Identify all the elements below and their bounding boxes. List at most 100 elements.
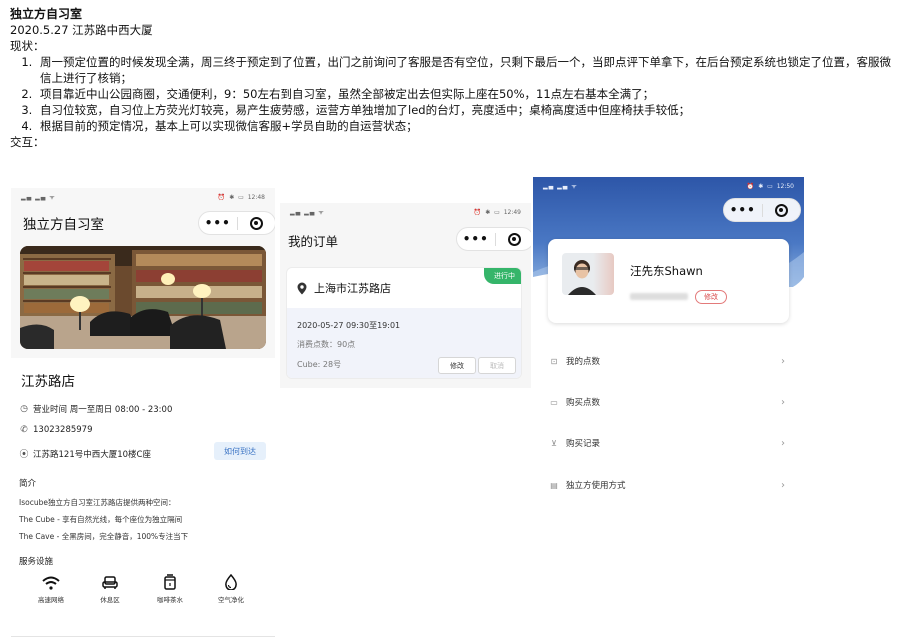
order-seat: Cube: 28号 (297, 360, 342, 369)
how-to-arrive-button[interactable]: 如何到达 (214, 442, 266, 460)
doc-title: 独立方自习室 (10, 7, 83, 21)
clock-icon: ◷ (20, 404, 28, 414)
username: 汪先东Shawn (630, 264, 703, 278)
address-row: ⦿ 江苏路121号中西大厦10楼C座 (19, 447, 151, 461)
status-time-wrap: ⏰ ✱ ▭ 12:48 (218, 194, 265, 201)
mini-program-capsule: ••• (198, 211, 275, 235)
chevron-right-icon: › (781, 479, 785, 491)
battery-icon: ⏰ ✱ ▭ (473, 208, 504, 216)
store-info-panel: 江苏路店 ◷ 营业时间 周一至周日 08:00 - 23:00 ✆ 130232… (11, 358, 275, 638)
cart-icon: ⊻ (551, 438, 557, 448)
divider (11, 636, 275, 637)
menu-label: 购买记录 (566, 439, 601, 449)
edit-profile-button[interactable]: 修改 (695, 290, 727, 304)
signal-icon: ▂▄ ▂▄ ᯤ (290, 209, 325, 216)
status-point: 项目靠近中山公园商圈，交通便利，9：50左右到自习室，虽然全部被定出去但实际上座… (36, 86, 900, 102)
battery-icon: ⏰ ✱ ▭ (217, 193, 248, 201)
facility-label: 咖啡茶水 (157, 596, 183, 604)
more-button[interactable]: ••• (199, 216, 237, 230)
avatar[interactable] (562, 253, 614, 295)
close-target-icon (507, 232, 521, 246)
page-title: 独立方自习室 (23, 217, 104, 233)
status-time: 12:49 (503, 208, 521, 216)
status-list: 周一预定位置的时候发现全满，周三终于预定到了位置，出门之前询问了客服是否有空位，… (36, 54, 900, 134)
order-datetime: 2020-05-27 09:30至19:01 (297, 321, 401, 330)
phone-icon: ✆ (20, 425, 28, 435)
hours-text: 营业时间 周一至周日 08:00 - 23:00 (33, 405, 173, 415)
card-icon: ▭ (550, 397, 558, 407)
status-bar: ▂▄ ▂▄ ᯤ ⏰ ✱ ▭ 12:49 (280, 203, 531, 221)
mini-program-capsule: ••• (723, 198, 801, 222)
close-target-icon (774, 203, 788, 217)
order-card[interactable]: 上海市江苏路店 进行中 2020-05-27 09:30至19:01 消费点数：… (286, 267, 522, 379)
intro-title: 简介 (19, 479, 37, 489)
location-pin-icon (297, 282, 307, 294)
phone-text: 13023285979 (33, 425, 93, 435)
close-button[interactable] (763, 203, 801, 217)
interaction-label: 交互： (10, 135, 45, 149)
facility-label: 休息区 (100, 596, 120, 604)
close-button[interactable] (496, 232, 532, 246)
menu-purchase-history[interactable]: ⊻ 购买记录 › (548, 433, 793, 453)
status-point: 周一预定位置的时候发现全满，周三终于预定到了位置，出门之前询问了客服是否有空位，… (36, 54, 900, 86)
intro-line: Isocube独立方自习室江苏路店提供两种空间： (19, 498, 176, 507)
facility-label: 高速网络 (38, 596, 64, 604)
book-icon: ▤ (550, 480, 558, 490)
chevron-right-icon: › (781, 355, 785, 367)
blurred-phone-number (630, 293, 688, 300)
order-store-name: 上海市江苏路店 (314, 282, 391, 295)
facility-lounge: 休息区 (80, 570, 140, 604)
facility-label: 空气净化 (218, 596, 244, 604)
store-name: 江苏路店 (21, 374, 75, 390)
mini-program-capsule: ••• (456, 227, 531, 251)
cancel-button[interactable]: 取消 (478, 357, 516, 374)
wifi-icon (21, 570, 81, 590)
order-points: 消费点数：90点 (297, 340, 356, 349)
coffee-icon (140, 570, 200, 590)
menu-label: 购买点数 (566, 398, 601, 408)
modify-button[interactable]: 修改 (438, 357, 476, 374)
status-point: 自习位较宽，自习位上方荧光灯较亮，易产生疲劳感，运营方单独增加了led的台灯，亮… (36, 102, 900, 118)
hours-row: ◷ 营业时间 周一至周日 08:00 - 23:00 (19, 403, 172, 415)
doc-meta: 2020.5.27 江苏路中西大厦 (10, 23, 153, 37)
menu-label: 独立方使用方式 (566, 481, 626, 491)
menu-my-points[interactable]: ⊡ 我的点数 › (548, 351, 793, 371)
status-badge: 进行中 (484, 268, 521, 284)
facility-coffee: 咖啡茶水 (140, 570, 200, 604)
close-target-icon (249, 216, 263, 230)
close-button[interactable] (238, 216, 276, 230)
store-detail-screen: ▂▄ ▂▄ ᯤ ⏰ ✱ ▭ 12:48 独立方自习室 ••• 江苏路店 ◷ 营业… (11, 188, 275, 638)
store-photo (20, 246, 266, 349)
facilities-title: 服务设施 (19, 557, 54, 567)
status-point: 根据目前的预定情况，基本上可以实现微信客服+学员自助的自运营状态； (36, 118, 900, 134)
status-label: 现状： (10, 39, 45, 53)
chevron-right-icon: › (781, 396, 785, 408)
points-icon: ⊡ (550, 356, 558, 366)
location-icon: ⦿ (19, 450, 29, 460)
intro-line: The Cube - 享有自然光线，每个座位为独立隔间 (19, 515, 183, 524)
profile-screen: ▂▄ ▂▄ ᯤ ⏰ ✱ ▭ 12:50 ••• 汪先东Shawn 修改 ⊡ 我的… (533, 177, 804, 507)
menu-buy-points[interactable]: ▭ 购买点数 › (548, 392, 793, 412)
status-bar: ▂▄ ▂▄ ᯤ ⏰ ✱ ▭ 12:48 (11, 188, 275, 206)
signal-icon: ▂▄ ▂▄ ᯤ (21, 194, 56, 201)
document-notes: 独立方自习室 2020.5.27 江苏路中西大厦 现状： 周一预定位置的时候发现… (10, 6, 900, 150)
library-room-image (20, 246, 266, 349)
menu-usage-guide[interactable]: ▤ 独立方使用方式 › (548, 475, 793, 495)
my-order-screen: ▂▄ ▂▄ ᯤ ⏰ ✱ ▭ 12:49 我的订单 ••• 上海市江苏路店 进行中… (280, 203, 531, 388)
chevron-right-icon: › (781, 437, 785, 449)
status-time: 12:48 (247, 193, 265, 201)
profile-card: 汪先东Shawn 修改 (548, 239, 789, 323)
facility-air: 空气净化 (201, 570, 261, 604)
more-button[interactable]: ••• (724, 203, 762, 217)
page-title: 我的订单 (288, 234, 339, 249)
phone-row[interactable]: ✆ 13023285979 (19, 425, 93, 435)
facility-wifi: 高速网络 (21, 570, 81, 604)
water-drop-icon (201, 570, 261, 590)
intro-line: The Cave - 全黑房间，完全静音，100%专注当下 (19, 532, 189, 541)
more-button[interactable]: ••• (457, 232, 495, 246)
menu-label: 我的点数 (566, 357, 601, 367)
sofa-icon (80, 570, 140, 590)
status-time-wrap: ⏰ ✱ ▭ 12:49 (474, 209, 521, 216)
avatar-photo (568, 260, 596, 295)
order-details: 2020-05-27 09:30至19:01 消费点数：90点 Cube: 28… (287, 308, 521, 378)
